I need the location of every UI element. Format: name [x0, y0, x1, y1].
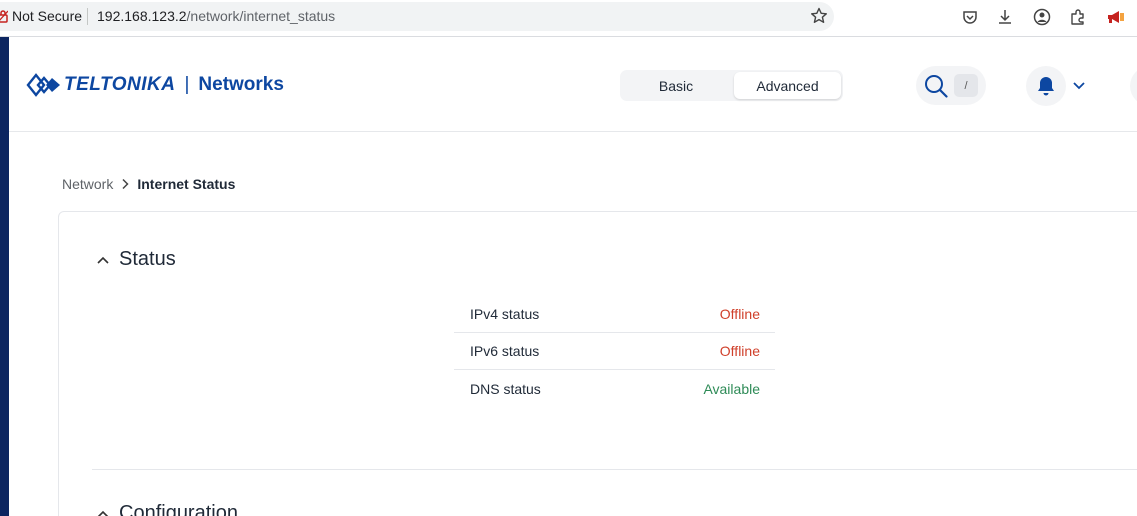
status-value: Offline — [719, 306, 760, 322]
breadcrumb-current: Internet Status — [137, 176, 236, 192]
configuration-section-title: Configuration — [119, 502, 238, 516]
url-host: 192.168.123.2 — [97, 8, 187, 24]
configuration-section-toggle[interactable]: Configuration — [96, 502, 238, 516]
status-value: Offline — [719, 343, 760, 359]
logo-divider: | — [184, 74, 190, 95]
search-button[interactable]: / — [916, 66, 986, 105]
logo-wordmark: TELTONIKA — [64, 74, 176, 95]
teltonika-mark-icon — [26, 73, 60, 97]
chevron-down-icon[interactable] — [1072, 78, 1086, 96]
content-card: Status IPv4 status Offline IPv6 status O… — [58, 211, 1137, 516]
security-label: Not Secure — [12, 8, 83, 24]
url-text[interactable]: 192.168.123.2/network/internet_status — [97, 8, 335, 24]
bookmark-star-icon[interactable] — [809, 6, 829, 31]
chevron-up-icon — [96, 509, 110, 516]
mode-advanced-button[interactable]: Advanced — [734, 72, 841, 99]
search-icon — [925, 75, 948, 98]
browser-toolbar: Not Secure 192.168.123.2/network/interne… — [0, 0, 1137, 37]
table-row: IPv6 status Offline — [454, 333, 775, 370]
security-indicator[interactable]: Not Secure — [0, 7, 82, 25]
pocket-icon[interactable] — [960, 7, 980, 27]
status-section-title: Status — [119, 248, 176, 270]
status-value: Available — [703, 380, 760, 397]
mode-basic-button[interactable]: Basic — [622, 72, 730, 99]
user-menu-button[interactable] — [1130, 66, 1137, 106]
status-table: IPv4 status Offline IPv6 status Offline … — [454, 296, 775, 407]
app-header: TELTONIKA | Networks Basic Advanced / — [9, 37, 1137, 132]
sidebar-strip — [0, 37, 9, 516]
address-separator — [87, 8, 88, 25]
section-divider — [92, 469, 1137, 470]
logo-product-name: Networks — [198, 74, 284, 95]
url-path: /network/internet_status — [186, 8, 336, 24]
status-label: DNS status — [470, 380, 541, 397]
megaphone-icon[interactable] — [1106, 7, 1126, 27]
chevron-right-icon — [121, 178, 129, 190]
status-section-toggle[interactable]: Status — [96, 248, 176, 271]
extensions-icon[interactable] — [1068, 7, 1088, 27]
mode-switch: Basic Advanced — [620, 70, 843, 101]
status-label: IPv6 status — [470, 343, 540, 359]
table-row: DNS status Available — [454, 370, 775, 407]
table-row: IPv4 status Offline — [454, 296, 775, 333]
teltonika-logo[interactable]: TELTONIKA | Networks — [26, 70, 284, 100]
chevron-up-icon — [96, 255, 110, 265]
breadcrumb-network-link[interactable]: Network — [62, 176, 113, 192]
search-shortcut-key: / — [954, 74, 978, 97]
not-secure-icon — [0, 10, 8, 23]
bell-icon — [1038, 77, 1054, 96]
notifications-button[interactable] — [1026, 66, 1066, 106]
download-icon[interactable] — [995, 7, 1015, 27]
account-icon[interactable] — [1032, 7, 1052, 27]
breadcrumb: Network Internet Status — [62, 176, 235, 192]
status-label: IPv4 status — [470, 306, 540, 322]
